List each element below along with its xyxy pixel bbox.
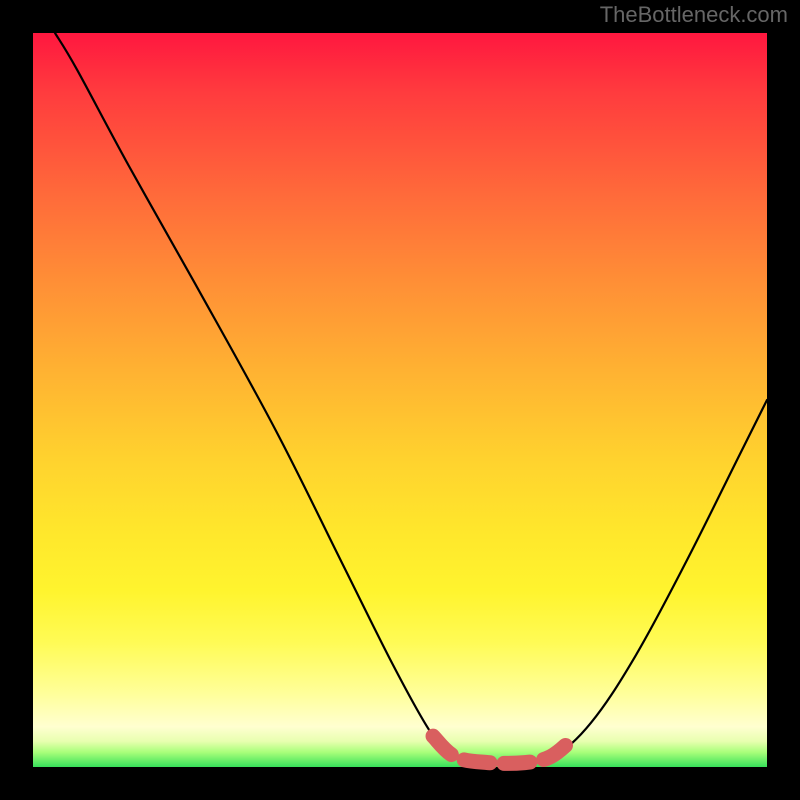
bottleneck-curve-path xyxy=(55,33,767,763)
plot-area xyxy=(33,33,767,767)
bottom-highlight-path xyxy=(433,736,572,763)
chart-frame: TheBottleneck.com xyxy=(0,0,800,800)
chart-svg xyxy=(33,33,767,767)
watermark-text: TheBottleneck.com xyxy=(600,2,788,28)
